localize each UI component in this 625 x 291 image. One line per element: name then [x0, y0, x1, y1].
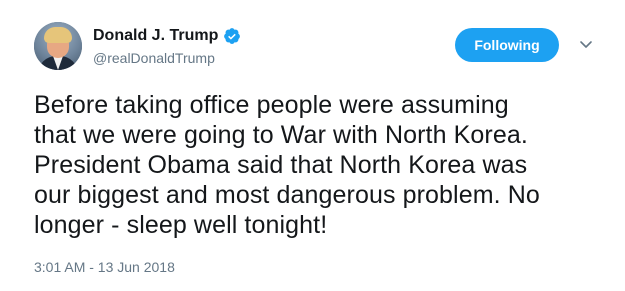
author-display-name[interactable]: Donald J. Trump: [93, 26, 218, 46]
author-handle[interactable]: @realDonaldTrump: [93, 49, 215, 67]
tweet-text-line: that we were going to War with North Kor…: [34, 121, 528, 149]
tweet-text: Before taking office people were assumin…: [34, 90, 619, 240]
chevron-down-icon[interactable]: [578, 36, 594, 52]
tweet-text-line: our biggest and most dangerous problem. …: [34, 181, 540, 209]
avatar[interactable]: [34, 22, 82, 70]
tweet-timestamp[interactable]: 3:01 AM - 13 Jun 2018: [34, 258, 175, 276]
tweet-card: Donald J. Trump @realDonaldTrump Followi…: [0, 0, 625, 291]
tweet-text-line: Before taking office people were assumin…: [34, 91, 509, 119]
tweet-text-line: President Obama said that North Korea wa…: [34, 151, 528, 179]
tweet-text-line: longer - sleep well tonight!: [34, 211, 328, 239]
verified-badge-icon: [223, 27, 241, 45]
author-name-row: Donald J. Trump: [93, 26, 241, 46]
following-button[interactable]: Following: [455, 28, 559, 62]
